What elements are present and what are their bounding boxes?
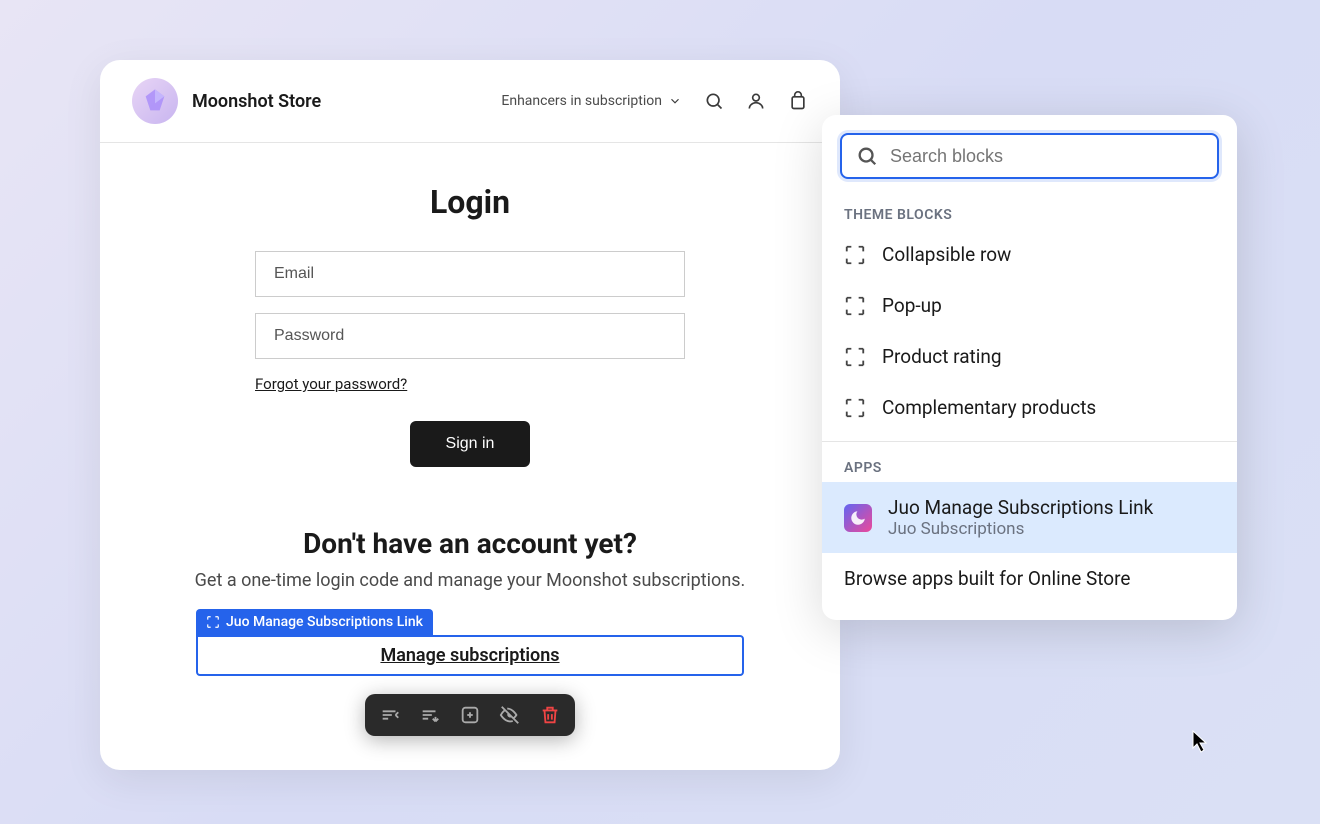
block-frame-icon <box>844 295 866 317</box>
block-item-label: Collapsible row <box>882 243 1011 266</box>
store-logo <box>132 78 178 124</box>
block-collapsible-row[interactable]: Collapsible row <box>822 229 1237 280</box>
block-item-label: Pop-up <box>882 294 942 317</box>
email-field[interactable] <box>255 251 685 297</box>
store-header: Moonshot Store Enhancers in subscription <box>100 60 840 143</box>
block-frame-icon <box>844 397 866 419</box>
search-blocks-input[interactable] <box>890 146 1203 167</box>
password-field[interactable] <box>255 313 685 359</box>
crystal-icon <box>141 87 169 115</box>
block-item-label: Product rating <box>882 345 1002 368</box>
app-block-title: Juo Manage Subscriptions Link <box>888 496 1153 519</box>
chevron-down-icon <box>668 94 682 108</box>
user-icon[interactable] <box>746 91 766 111</box>
cursor-icon <box>1192 730 1210 754</box>
cart-icon[interactable] <box>788 91 808 111</box>
signup-subtitle: Get a one-time login code and manage you… <box>140 570 800 591</box>
search-icon[interactable] <box>704 91 724 111</box>
search-blocks-box[interactable] <box>840 133 1219 179</box>
selected-block-frame[interactable]: Manage subscriptions <box>196 635 744 676</box>
juo-app-icon <box>844 504 872 532</box>
block-item-label: Complementary products <box>882 396 1096 419</box>
block-label-text: Juo Manage Subscriptions Link <box>226 614 423 630</box>
nav-dropdown[interactable]: Enhancers in subscription <box>501 93 682 109</box>
forgot-password-link[interactable]: Forgot your password? <box>255 375 685 393</box>
block-toolbar <box>365 694 575 736</box>
theme-blocks-heading: THEME BLOCKS <box>822 197 1237 229</box>
block-popup[interactable]: Pop-up <box>822 280 1237 331</box>
duplicate-icon[interactable] <box>459 704 481 726</box>
block-frame-icon <box>206 615 220 629</box>
manage-subscriptions-link[interactable]: Manage subscriptions <box>380 645 559 666</box>
divider <box>822 441 1237 442</box>
browse-apps-link[interactable]: Browse apps built for Online Store <box>822 553 1237 604</box>
block-complementary-products[interactable]: Complementary products <box>822 382 1237 433</box>
apps-heading: APPS <box>822 450 1237 482</box>
trash-icon[interactable] <box>539 704 561 726</box>
hide-icon[interactable] <box>499 704 521 726</box>
signup-section: Don't have an account yet? Get a one-tim… <box>100 487 840 756</box>
move-down-icon[interactable] <box>419 704 441 726</box>
store-preview-window: Moonshot Store Enhancers in subscription… <box>100 60 840 770</box>
signup-title: Don't have an account yet? <box>140 527 800 560</box>
block-frame-icon <box>844 244 866 266</box>
move-up-icon[interactable] <box>379 704 401 726</box>
blocks-search-panel: THEME BLOCKS Collapsible row Pop-up Prod… <box>822 115 1237 620</box>
signin-button[interactable]: Sign in <box>410 421 531 467</box>
app-block-juo[interactable]: Juo Manage Subscriptions Link Juo Subscr… <box>822 482 1237 553</box>
header-actions: Enhancers in subscription <box>501 91 808 111</box>
selected-block-label[interactable]: Juo Manage Subscriptions Link <box>196 609 433 635</box>
store-name: Moonshot Store <box>192 91 321 112</box>
login-section: Login Forgot your password? Sign in <box>100 143 840 487</box>
nav-dropdown-label: Enhancers in subscription <box>501 93 662 109</box>
block-product-rating[interactable]: Product rating <box>822 331 1237 382</box>
block-frame-icon <box>844 346 866 368</box>
login-title: Login <box>160 183 780 221</box>
app-block-subtitle: Juo Subscriptions <box>888 519 1153 539</box>
search-icon <box>856 145 878 167</box>
moon-icon <box>849 509 867 527</box>
store-brand: Moonshot Store <box>132 78 321 124</box>
